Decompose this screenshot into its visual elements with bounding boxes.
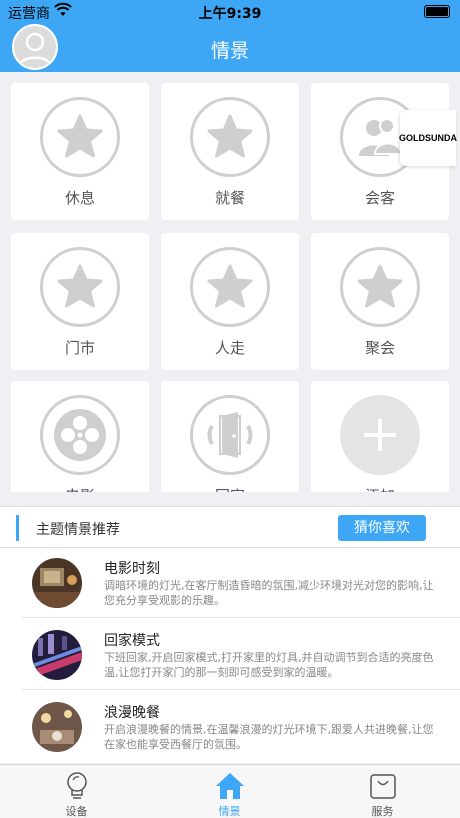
divider <box>22 617 460 618</box>
scene-grid: 休息 就餐 会客 门市 人走 聚会 电影 <box>0 72 460 492</box>
film-reel-icon <box>40 395 120 475</box>
recommend-title: 主题情景推荐 <box>36 522 120 538</box>
scene-label: 人走 <box>214 339 245 357</box>
bulb-icon <box>0 771 153 801</box>
scene-tile-movie[interactable]: 电影 <box>11 381 149 492</box>
tab-devices[interactable]: 设备 <box>0 765 153 818</box>
divider <box>22 689 460 690</box>
star-icon <box>40 247 120 327</box>
theme-desc: 调暗环境的灯光,在客厅制造昏暗的氛围,减少环境对光对您的影响,让您充分享受观影的… <box>104 579 434 607</box>
tab-scenes[interactable]: 情景 <box>153 765 306 818</box>
tab-label: 情景 <box>218 805 241 818</box>
tab-services[interactable]: 服务 <box>306 765 459 818</box>
status-bar: 运营商 上午9:39 <box>0 0 460 24</box>
theme-desc: 下班回家,开启回家模式,打开家里的灯具,并自动调节到合适的亮度色温,让您打开家门… <box>104 651 434 679</box>
home-icon <box>153 771 306 801</box>
theme-name: 回家模式 <box>104 633 160 649</box>
scene-tile-rest[interactable]: 休息 <box>11 83 149 220</box>
nav-bar: 情景 <box>0 24 460 72</box>
accent-bar <box>16 515 19 541</box>
list-item[interactable]: 浪漫晚餐 开启浪漫晚餐的情景,在温馨浪漫的灯光环境下,跟爱人共进晚餐,让您在家也… <box>0 692 460 762</box>
list-item[interactable]: 电影时刻 调暗环境的灯光,在客厅制造昏暗的氛围,减少环境对光对您的影响,让您充分… <box>0 548 460 618</box>
theme-name: 浪漫晚餐 <box>104 705 160 721</box>
star-icon <box>190 97 270 177</box>
homecoming-thumbnail <box>32 630 82 680</box>
dinner-thumbnail <box>32 702 82 752</box>
star-icon <box>40 97 120 177</box>
scene-label: 休息 <box>64 189 95 207</box>
scene-label: 聚会 <box>364 339 395 357</box>
theme-desc: 开启浪漫晚餐的情景,在温馨浪漫的灯光环境下,跟爱人共进晚餐,让您在家也能享受西餐… <box>104 723 434 751</box>
scene-tile-add[interactable]: 添加 <box>311 381 449 492</box>
scene-label: 就餐 <box>214 189 245 207</box>
floating-logo[interactable]: GOLDSUNDA <box>399 110 457 166</box>
scene-tile-party[interactable]: 聚会 <box>311 233 449 370</box>
recommend-header: 主题情景推荐 猜你喜欢 <box>0 506 460 548</box>
scene-label: 门市 <box>64 339 95 357</box>
page-title: 情景 <box>210 40 249 62</box>
scene-label: 会客 <box>364 189 395 207</box>
scene-tile-dining[interactable]: 就餐 <box>161 83 299 220</box>
movie-thumbnail <box>32 558 82 608</box>
scene-label: 电影 <box>11 485 149 492</box>
scene-tile-home[interactable]: 回家 <box>161 381 299 492</box>
theme-list: 电影时刻 调暗环境的灯光,在客厅制造昏暗的氛围,减少环境对光对您的影响,让您充分… <box>0 548 460 763</box>
plus-icon <box>340 395 420 475</box>
status-time: 上午9:39 <box>198 6 262 22</box>
tab-label: 设备 <box>65 805 88 818</box>
star-icon <box>340 247 420 327</box>
bag-icon <box>306 771 459 801</box>
battery-icon <box>424 5 450 18</box>
theme-name: 电影时刻 <box>104 561 160 577</box>
list-item[interactable]: 回家模式 下班回家,开启回家模式,打开家里的灯具,并自动调节到合适的亮度色温,让… <box>0 620 460 690</box>
scene-tile-leave[interactable]: 人走 <box>161 233 299 370</box>
tab-bar: 设备 情景 服务 <box>0 764 460 818</box>
door-icon <box>190 395 270 475</box>
scene-label: 回家 <box>161 485 299 492</box>
star-icon <box>190 247 270 327</box>
scene-tile-store[interactable]: 门市 <box>11 233 149 370</box>
tab-label: 服务 <box>371 805 394 818</box>
guess-you-like-button[interactable]: 猜你喜欢 <box>338 515 426 541</box>
scene-label: 添加 <box>311 485 449 492</box>
